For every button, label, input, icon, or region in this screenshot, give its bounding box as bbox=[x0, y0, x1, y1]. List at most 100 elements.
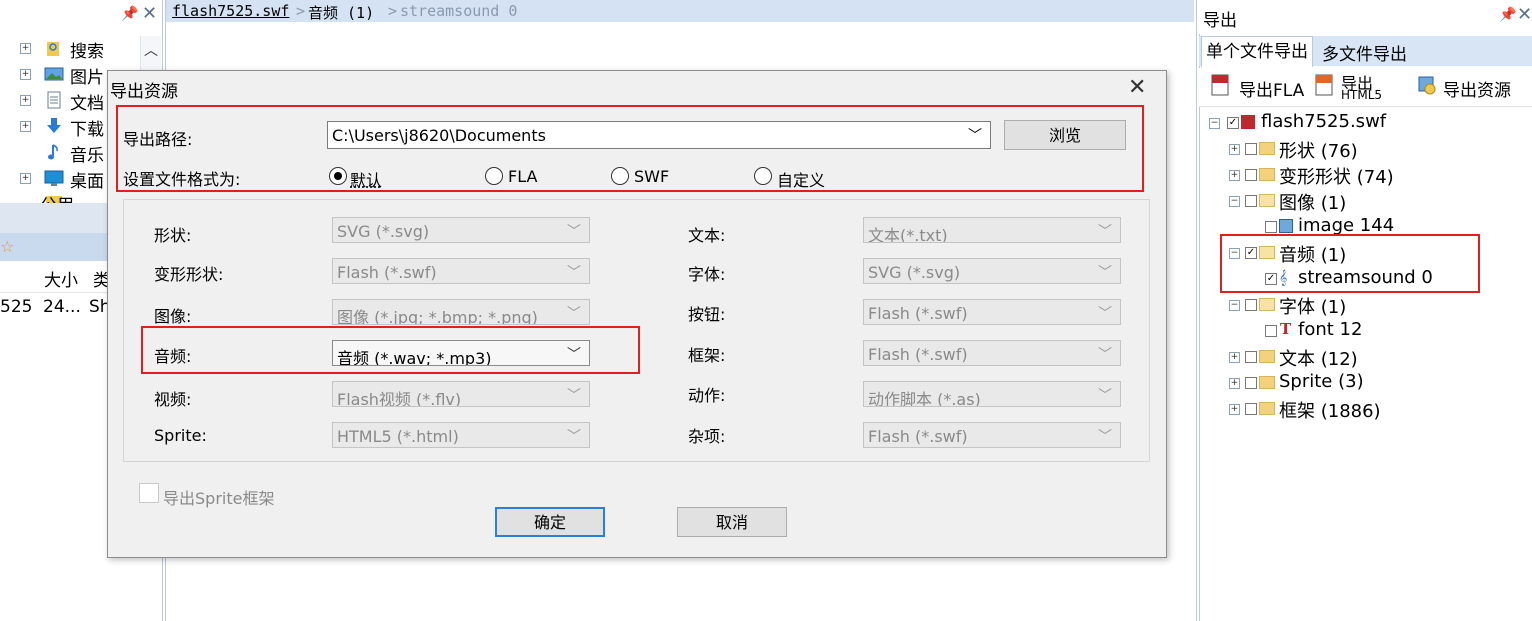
expand-icon[interactable]: + bbox=[1229, 352, 1240, 363]
sprite-format-combobox[interactable]: HTML5 (*.html) ﹀ bbox=[332, 422, 590, 448]
close-icon[interactable]: ✕ bbox=[142, 3, 157, 24]
swf-file-icon bbox=[1241, 115, 1255, 129]
checkbox-icon[interactable] bbox=[1245, 195, 1257, 207]
chevron-down-icon: ﹀ bbox=[1098, 426, 1112, 446]
ok-button[interactable]: 确定 bbox=[495, 507, 605, 537]
tree-item-label: 文档 bbox=[70, 89, 104, 114]
tree-item-label: font 12 bbox=[1298, 319, 1362, 340]
star-icon[interactable]: ☆ bbox=[0, 237, 14, 256]
column-size[interactable]: 大小 bbox=[44, 266, 78, 291]
tree-root[interactable]: − ✓ flash7525.swf bbox=[1205, 110, 1525, 136]
misc-format-combobox[interactable]: Flash (*.swf) ﹀ bbox=[863, 422, 1121, 448]
checkbox-icon[interactable] bbox=[1245, 403, 1257, 415]
close-icon[interactable]: ✕ bbox=[1517, 4, 1532, 25]
tree-item-sprites[interactable]: + Sprite (3) bbox=[1205, 370, 1525, 396]
checkbox-icon[interactable] bbox=[1265, 221, 1277, 233]
expand-icon[interactable]: + bbox=[1229, 144, 1240, 155]
frame-format-combobox[interactable]: Flash (*.swf) ﹀ bbox=[863, 340, 1121, 366]
checkbox-icon[interactable] bbox=[1245, 169, 1257, 181]
breadcrumb: flash7525.swf > 音频 (1) > streamsound 0 bbox=[166, 0, 1194, 22]
folder-search-icon bbox=[44, 39, 64, 57]
tree-item-label: 形状 (76) bbox=[1279, 137, 1358, 163]
video-format-combobox[interactable]: Flash视频 (*.flv) ﹀ bbox=[332, 381, 590, 407]
expand-icon[interactable]: + bbox=[1229, 404, 1240, 415]
morphshape-format-combobox[interactable]: Flash (*.swf) ﹀ bbox=[332, 258, 590, 284]
text-format-combobox[interactable]: 文本(*.txt) ﹀ bbox=[863, 217, 1121, 243]
pin-icon[interactable]: 📌 bbox=[1499, 7, 1516, 23]
breadcrumb-item[interactable]: 音频 (1) bbox=[308, 2, 374, 23]
export-html5-sublabel: HTML5 bbox=[1341, 88, 1382, 102]
export-panel-header: 导出 📌 ✕ bbox=[1199, 0, 1532, 34]
action-format-combobox[interactable]: 动作脚本 (*.as) ﹀ bbox=[863, 381, 1121, 407]
folder-icon bbox=[1259, 350, 1275, 363]
shape-format-combobox[interactable]: SVG (*.svg) ﹀ bbox=[332, 217, 590, 243]
sprite-format-value: HTML5 (*.html) bbox=[337, 427, 459, 446]
export-fla-button[interactable]: 导出FLA bbox=[1239, 76, 1304, 101]
tree-item-label: 音乐 bbox=[70, 141, 104, 166]
folder-icon bbox=[1259, 142, 1275, 155]
documents-icon bbox=[44, 91, 64, 109]
tree-item-shapes[interactable]: + 形状 (76) bbox=[1205, 136, 1525, 162]
pin-icon[interactable]: 📌 bbox=[121, 6, 138, 22]
tree-item-label: 字体 (1) bbox=[1279, 293, 1346, 319]
tree-item-morphshapes[interactable]: + 变形形状 (74) bbox=[1205, 162, 1525, 188]
video-format-value: Flash视频 (*.flv) bbox=[337, 390, 461, 407]
chevron-down-icon: ﹀ bbox=[1098, 303, 1112, 323]
cell-size: 24... bbox=[43, 297, 81, 317]
tree-item-label: 下载 bbox=[70, 115, 104, 140]
expand-icon[interactable]: + bbox=[20, 69, 31, 80]
tree-item-frames[interactable]: + 框架 (1886) bbox=[1205, 396, 1525, 422]
highlight-box-path-format bbox=[116, 105, 1144, 192]
font-format-combobox[interactable]: SVG (*.svg) ﹀ bbox=[863, 258, 1121, 284]
checkbox-icon[interactable] bbox=[1265, 325, 1277, 337]
breadcrumb-separator: > bbox=[296, 2, 305, 20]
font-label: 字体: bbox=[688, 261, 725, 285]
tab-multi-file-export[interactable]: 多文件导出 bbox=[1318, 40, 1411, 65]
tab-single-file-export[interactable]: 单个文件导出 bbox=[1201, 36, 1313, 67]
button-format-combobox[interactable]: Flash (*.swf) ﹀ bbox=[863, 299, 1121, 325]
export-resources-button[interactable]: 导出资源 bbox=[1443, 76, 1511, 101]
breadcrumb-item[interactable]: streamsound 0 bbox=[400, 2, 517, 20]
export-sprite-frames-label: 导出Sprite框架 bbox=[163, 485, 274, 509]
expand-icon[interactable]: + bbox=[1229, 378, 1240, 389]
button-format-value: Flash (*.swf) bbox=[868, 304, 968, 323]
export-sprite-frames-checkbox[interactable] bbox=[139, 483, 159, 503]
chevron-down-icon: ﹀ bbox=[1098, 262, 1112, 282]
tree-item-label: 搜索 bbox=[70, 37, 104, 62]
checkbox-icon[interactable]: ✓ bbox=[1227, 117, 1239, 129]
tree-item-label: 图片 bbox=[70, 63, 104, 88]
highlight-box-sound-tree bbox=[1220, 234, 1480, 293]
collapse-icon[interactable]: − bbox=[1229, 300, 1240, 311]
cancel-button[interactable]: 取消 bbox=[677, 507, 787, 537]
checkbox-icon[interactable] bbox=[1245, 377, 1257, 389]
image-format-value: 图像 (*.jpg; *.bmp; *.png) bbox=[337, 308, 538, 325]
font-icon: T bbox=[1280, 320, 1291, 338]
expand-icon[interactable]: + bbox=[1229, 170, 1240, 181]
expand-icon[interactable]: + bbox=[20, 173, 31, 184]
action-format-value: 动作脚本 (*.as) bbox=[868, 390, 981, 407]
morphshape-label: 变形形状: bbox=[154, 261, 223, 285]
expand-icon[interactable]: + bbox=[20, 95, 31, 106]
tree-item-search[interactable]: + 搜索 bbox=[0, 36, 140, 62]
tree-item-images[interactable]: − 图像 (1) bbox=[1205, 188, 1525, 214]
breadcrumb-item[interactable]: flash7525.swf bbox=[172, 2, 289, 20]
collapse-icon[interactable]: − bbox=[1209, 118, 1220, 129]
breadcrumb-separator: > bbox=[388, 2, 397, 20]
image-format-combobox[interactable]: 图像 (*.jpg; *.bmp; *.png) ﹀ bbox=[332, 299, 590, 325]
frame-format-value: Flash (*.swf) bbox=[868, 345, 968, 364]
tree-item-texts[interactable]: + 文本 (12) bbox=[1205, 344, 1525, 370]
tree-item-font-12[interactable]: T font 12 bbox=[1205, 318, 1525, 344]
dialog-close-icon[interactable]: ✕ bbox=[1128, 75, 1146, 100]
left-panel-header: 📌 ✕ bbox=[0, 0, 162, 32]
shape-label: 形状: bbox=[154, 222, 191, 246]
checkbox-icon[interactable] bbox=[1245, 299, 1257, 311]
expand-icon[interactable]: + bbox=[20, 43, 31, 54]
checkbox-icon[interactable] bbox=[1245, 351, 1257, 363]
checkbox-icon[interactable] bbox=[1245, 143, 1257, 155]
tree-item-fonts[interactable]: − 字体 (1) bbox=[1205, 292, 1525, 318]
scroll-up-icon[interactable]: ︿ bbox=[144, 40, 158, 60]
folder-icon bbox=[1259, 402, 1275, 415]
collapse-icon[interactable]: − bbox=[1229, 196, 1240, 207]
tree-item-label: 框架 (1886) bbox=[1279, 397, 1381, 423]
expand-icon[interactable]: + bbox=[20, 121, 31, 132]
